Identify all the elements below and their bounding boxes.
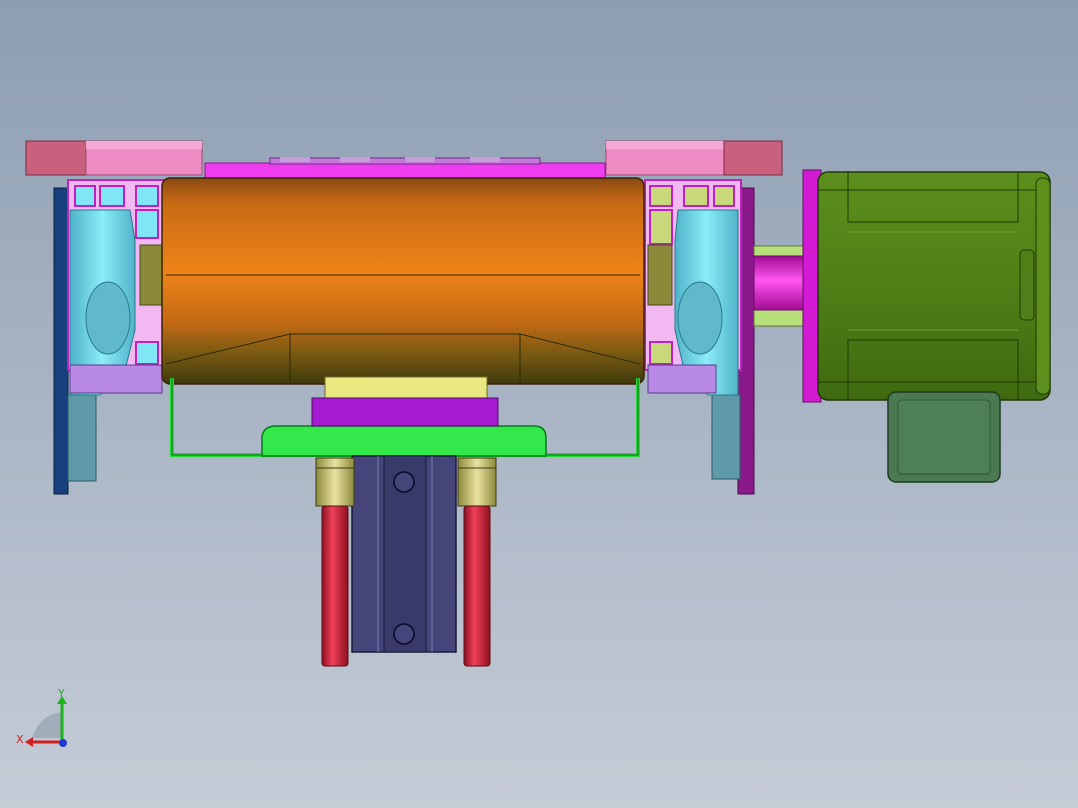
x-axis-label: X (16, 733, 24, 746)
cylinder-block[interactable] (351, 455, 457, 653)
z-axis-dot (59, 739, 67, 747)
top-pad-left[interactable] (25, 140, 203, 176)
top-pad-right[interactable] (605, 140, 783, 176)
cylinder-head[interactable] (311, 376, 499, 427)
motor-coupling[interactable] (753, 245, 809, 327)
linear-bushing-right[interactable] (457, 457, 497, 507)
gear-motor[interactable] (802, 169, 1051, 403)
drive-roller[interactable] (161, 177, 645, 385)
cad-model-view[interactable] (0, 0, 1078, 808)
guide-rod-right[interactable] (463, 505, 491, 667)
cad-viewport[interactable]: Y X (0, 0, 1078, 808)
motor-terminal-box[interactable] (887, 391, 1001, 483)
x-axis-arrow (25, 737, 33, 747)
linear-bushing-left[interactable] (315, 457, 355, 507)
triad-quadrant (32, 712, 62, 738)
y-axis-label: Y (58, 687, 65, 700)
guide-rod-left[interactable] (321, 505, 349, 667)
